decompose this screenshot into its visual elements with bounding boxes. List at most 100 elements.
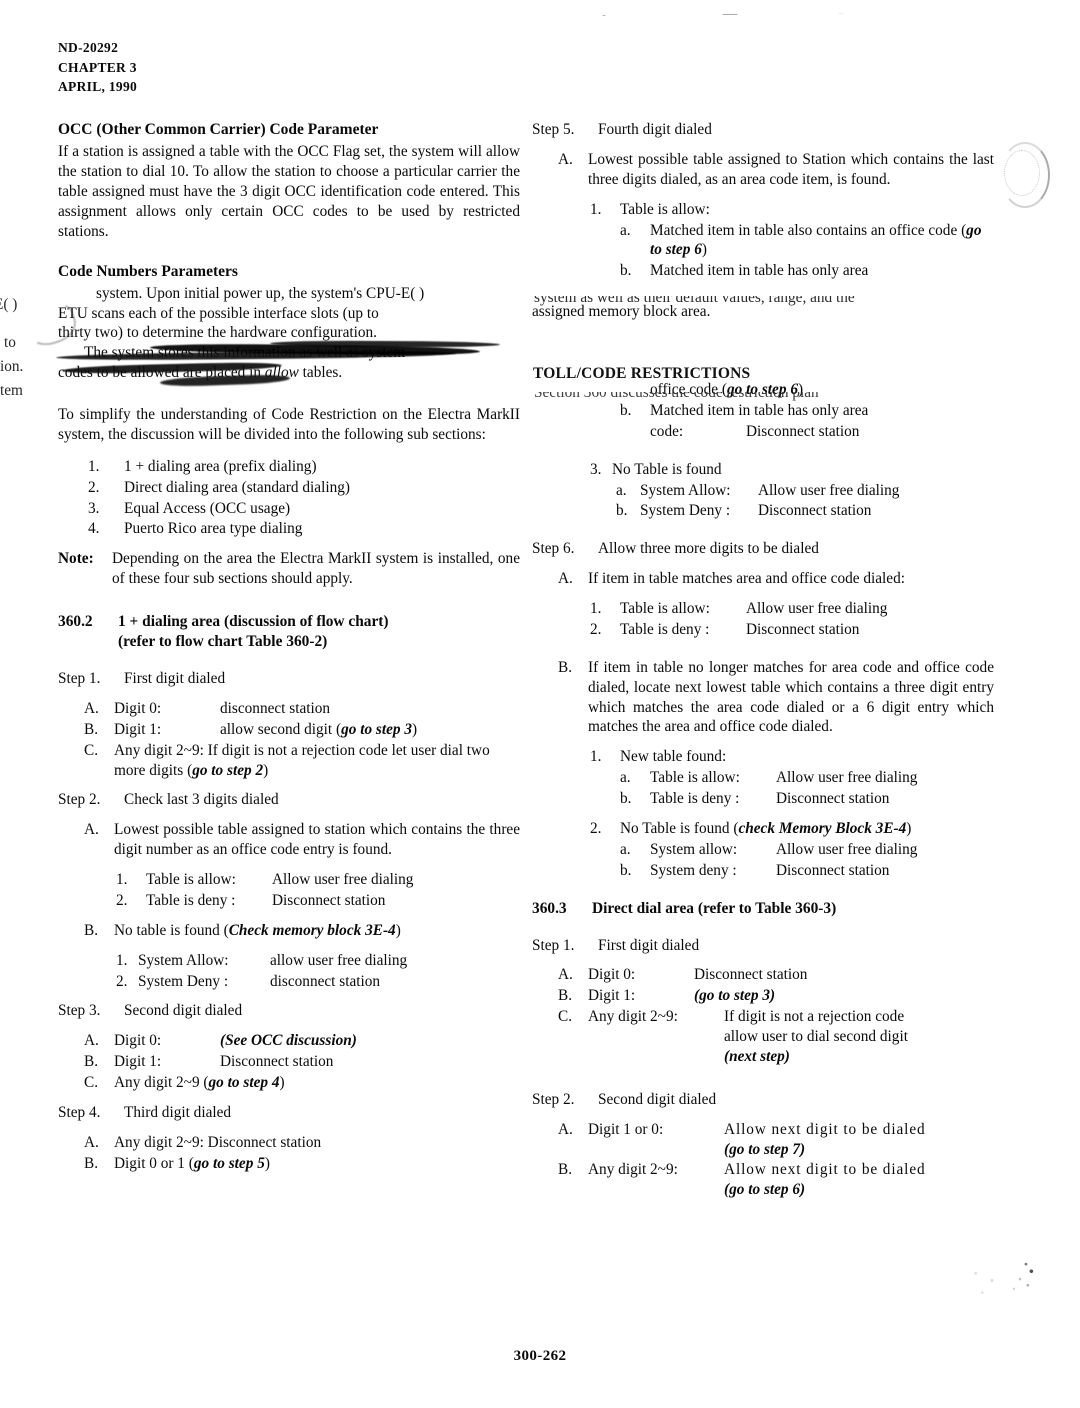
sub-value: Allow user free dialing (746, 600, 888, 617)
item-value-line2: (go to step 7) (724, 1140, 806, 1158)
sub-item: 1. System Allow: allow user free dialing (116, 951, 520, 971)
doc-number: ND-20292 (58, 40, 119, 55)
item-body: Digit 1: Disconnect station (114, 1052, 520, 1072)
step-1-header: Step 1. First digit dialed (532, 936, 994, 956)
sub-item: 2. Table is deny : Disconnect station (590, 620, 994, 640)
section-number: 360.2 (58, 613, 93, 631)
sub-sections-list: 1. 1 + dialing area (prefix dialing) 2. … (58, 457, 520, 540)
item-value-line2: (go to step 6) (724, 1181, 806, 1199)
sub-body: Table is allow: Allow user free dialing (146, 870, 520, 890)
sub-marker: 2. (590, 620, 602, 638)
item-marker: B. (558, 987, 573, 1005)
item-value-line1: If digit is not a rejection code (724, 1008, 905, 1026)
letter-key: System Deny : (640, 502, 731, 520)
letter-marker: a. (620, 769, 631, 787)
item-body: Digit 1: (go to step 3) (588, 986, 994, 1006)
section-title: 1 + dialing area (discussion of flow cha… (118, 612, 520, 652)
letter-item: a. System allow: Allow user free dialing (620, 840, 994, 860)
letter-body: code: Disconnect station (650, 422, 994, 442)
item-value-line1: Allow next digit to be dialed (724, 1161, 926, 1179)
item-text-pre: Digit 0 or 1 ( (114, 1154, 194, 1172)
sub-title-post: ) (906, 819, 912, 837)
step-item: B. Digit 0 or 1 (go to step 5) (84, 1154, 520, 1174)
item-body: Digit 0: disconnect station (114, 699, 520, 719)
item-body: Digit 1: allow second digit (go to step … (114, 720, 520, 740)
sub-marker: 3. (590, 460, 602, 478)
step-marker: Step 1. (532, 936, 575, 954)
item-marker: A. (84, 1133, 99, 1151)
smeared-line-5-post: tables. (298, 364, 343, 382)
smeared-line-5-italic: allow (264, 364, 299, 382)
item-marker: A. (558, 570, 573, 588)
step-5-header: Step 5. Fourth digit dialed (532, 120, 994, 140)
sub-item: 1. New table found: (590, 747, 994, 767)
item-marker: A. (558, 966, 573, 984)
step-item: B. No table is found (Check memory block… (84, 921, 520, 941)
step-item: A. Lowest possible table assigned to sta… (84, 820, 520, 860)
item-body: If item in table no longer matches for a… (588, 658, 994, 736)
sub-item: 1. Table is allow: Allow user free diali… (116, 870, 520, 890)
list-text: Puerto Rico area type dialing (124, 520, 303, 538)
sub-title-pre: No Table is found ( (620, 819, 739, 837)
letter-marker: a. (620, 221, 631, 239)
letter-marker: b. (620, 262, 632, 280)
sub-title-italic: check Memory Block 3E-4 (738, 819, 907, 837)
item-text-italic: go to step 5 (193, 1154, 265, 1172)
item-body: Lowest possible table assigned to statio… (114, 821, 520, 859)
sub-item: 3. No Table is found (590, 460, 994, 480)
letter-body: office code (go to step 6) (650, 380, 994, 400)
letter-key: System deny : (650, 861, 737, 879)
letter-body: Matched item in table also contains an o… (650, 221, 994, 261)
step-item: A. Digit 0: disconnect station (84, 699, 520, 719)
speckle-artifact (966, 1266, 1014, 1302)
ring-dots-artifact (1004, 150, 1040, 196)
smeared-line-1: system. Upon initial power up, the syste… (96, 284, 425, 302)
item-text-post: ) (279, 1074, 285, 1092)
list-item: 1. 1 + dialing area (prefix dialing) (88, 457, 520, 477)
sub-marker: 1. (116, 951, 128, 969)
item-text-post: ) (264, 1154, 270, 1172)
right-column: Step 5. Fourth digit dialed A. Lowest po… (532, 120, 994, 1201)
code-numbers-heading: Code Numbers Parameters (58, 262, 238, 280)
letter-value: Disconnect station (746, 422, 860, 440)
item-text-pre: Any digit 2~9: If digit is not a rejecti… (114, 741, 490, 779)
step-title: Second digit dialed (598, 1090, 717, 1108)
list-text: Equal Access (OCC usage) (124, 499, 291, 517)
letter-item: a. Table is allow: Allow user free diali… (620, 768, 994, 788)
item-body: Digit 0: (See OCC discussion) (114, 1031, 520, 1051)
item-key: Digit 1 or 0: (588, 1120, 664, 1138)
sub-item: 2. System Deny : disconnect station (116, 972, 520, 992)
item-value: disconnect station (220, 699, 331, 717)
step-marker: Step 4. (58, 1103, 101, 1121)
section-title: Direct dial area (refer to Table 360-3) (592, 899, 837, 917)
letter-key: System allow: (650, 840, 738, 858)
letter-item: b. Matched item in table has only area (620, 401, 994, 421)
smeared-line-2: ETU scans each of the possible interface… (58, 304, 379, 322)
item-key: Any digit 2~9: (588, 1161, 678, 1179)
sub-body: System Deny : disconnect station (138, 972, 520, 992)
item-body: Any digit 2~9: If digit is not a rejecti… (588, 1007, 994, 1067)
letter-body: System allow: Allow user free dialing (650, 840, 994, 860)
step-item: A. Lowest possible table assigned to Sta… (558, 150, 994, 190)
step-4-header: Step 4. Third digit dialed (58, 1103, 520, 1123)
item-marker: B. (558, 1161, 573, 1179)
item-body: Any digit 2~9 (go to step 4) (114, 1073, 520, 1093)
sub-item: 1. Table is allow: Allow user free diali… (590, 599, 994, 619)
letter-item-kv: code: Disconnect station (620, 422, 994, 442)
item-value: Disconnect station (220, 1053, 334, 1071)
smeared-line-5-pre: codes to be allowed are placed in (58, 364, 265, 382)
letter-body: Matched item in table has only area (650, 262, 869, 280)
step-6-header: Step 6. Allow three more digits to be di… (532, 539, 994, 559)
item-value-pre: allow second digit ( (220, 720, 342, 738)
sub-key: System Allow: (138, 951, 229, 969)
step-2-header: Step 2. Second digit dialed (532, 1090, 994, 1110)
item-marker: C. (558, 1008, 573, 1026)
sub-item: 2. Table is deny : Disconnect station (116, 891, 520, 911)
occ-heading: OCC (Other Common Carrier) Code Paramete… (58, 121, 379, 138)
letter-key: Table is allow: (650, 769, 740, 787)
item-value: (See OCC discussion) (220, 1032, 357, 1050)
item-marker: B. (558, 658, 573, 676)
document-page: ND-20292 CHAPTER 3 APRIL, 1990 OCC (Othe… (0, 0, 1080, 1408)
section-360-2-heading: 360.2 1 + dialing area (discussion of fl… (58, 612, 520, 652)
step-title: First digit dialed (598, 936, 700, 954)
